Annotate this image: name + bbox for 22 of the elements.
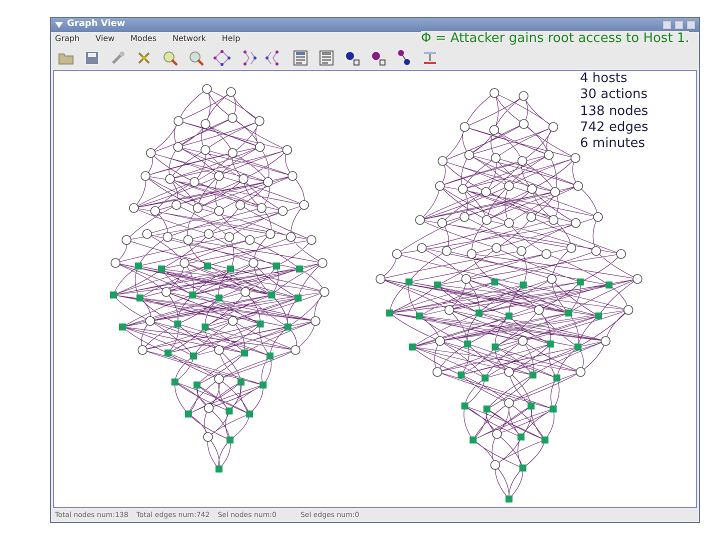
stat-line: 4 hosts [580,71,628,88]
menu-item[interactable]: View [96,33,115,45]
caret-icon[interactable] [55,22,63,28]
node-icon[interactable] [343,49,361,67]
menu-item[interactable]: Modes [130,33,156,45]
stat-line: 138 nodes [580,104,648,120]
stat-line: 30 actions [580,87,648,104]
zoom-out-icon[interactable] [187,49,205,67]
annotation-text: Φ = Attacker gains root access to Host 1. [421,31,690,46]
stat-line: 6 minutes [580,136,646,152]
node-icon[interactable] [369,49,387,67]
stat-line: 742 edges [580,120,648,136]
window-title: Graph View [67,18,126,32]
save-icon[interactable] [83,49,101,67]
document-icon[interactable] [291,49,309,67]
menu-item[interactable]: Help [222,33,240,45]
menu-item[interactable]: Network [172,33,206,45]
wrench-icon[interactable] [109,49,127,67]
document-icon[interactable] [317,49,335,67]
connected-nodes-icon[interactable] [395,49,413,67]
zoom-in-icon[interactable] [161,49,179,67]
menu-item[interactable]: Graph [55,33,80,45]
